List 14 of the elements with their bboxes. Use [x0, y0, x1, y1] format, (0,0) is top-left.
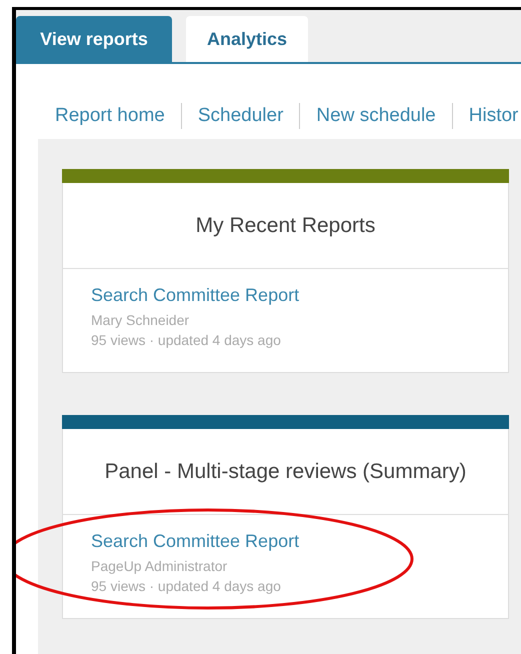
report-link[interactable]: Search Committee Report	[91, 285, 480, 306]
card-title: Panel - Multi-stage reviews (Summary)	[104, 460, 466, 484]
nav-link[interactable]: New schedule	[316, 105, 436, 127]
tab[interactable]: Analytics	[186, 16, 308, 62]
report-owner: PageUp Administrator	[91, 557, 228, 576]
report-link[interactable]: Search Committee Report	[91, 531, 480, 552]
nav-link[interactable]: Report home	[55, 105, 165, 127]
report-meta: 95 views · updated 4 days ago	[91, 577, 282, 596]
card-title: My Recent Reports	[196, 214, 376, 238]
report-meta: 95 views · updated 4 days ago	[91, 331, 282, 350]
nav-link[interactable]: Histor	[468, 105, 518, 127]
tab[interactable]: View reports	[16, 16, 172, 62]
nav-link[interactable]: Scheduler	[198, 105, 284, 127]
report-owner: Mary Schneider	[91, 311, 190, 330]
